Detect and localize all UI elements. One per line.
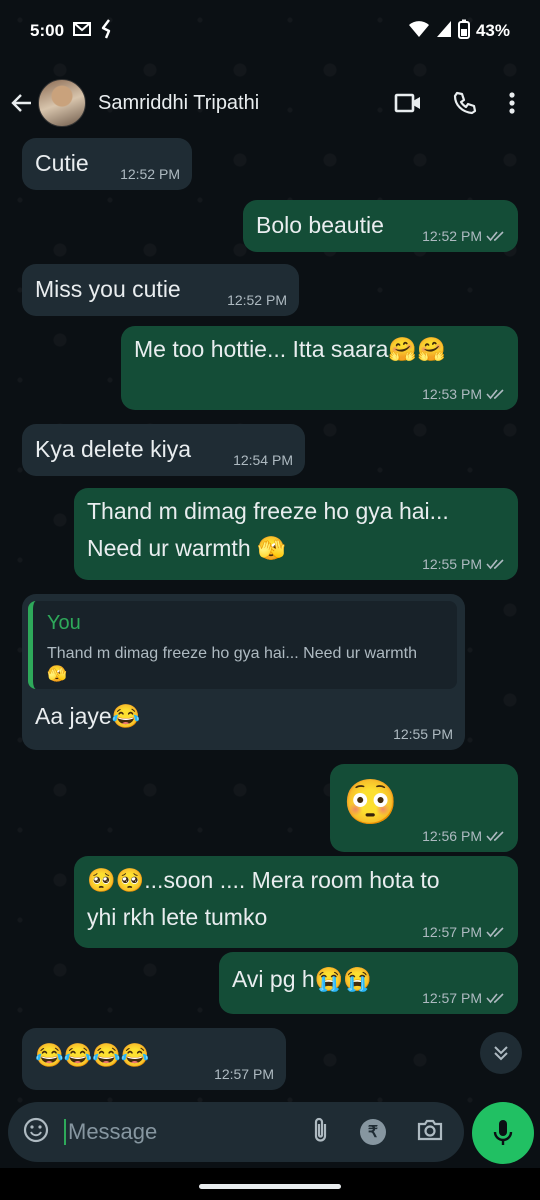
message-text-line: Thand m dimag freeze ho gya hai... — [87, 498, 449, 524]
message-outgoing[interactable]: Bolo beautie 12:52 PM — [243, 200, 518, 252]
message-time: 12:52 PM — [120, 166, 180, 182]
mic-icon — [493, 1120, 513, 1145]
message-incoming[interactable]: Cutie 12:52 PM — [22, 138, 192, 190]
message-outgoing[interactable]: Avi pg h😭😭 12:57 PM — [219, 952, 518, 1014]
message-outgoing[interactable]: Me too hottie... Itta saara🤗🤗 12:53 PM — [121, 326, 518, 410]
payment-icon[interactable]: ₹ — [360, 1119, 386, 1145]
signal-icon — [436, 20, 452, 43]
message-time: 12:55 PM — [393, 726, 453, 742]
quote-text: Thand m dimag freeze ho gya hai... Need … — [47, 645, 417, 683]
scroll-down-button[interactable] — [480, 1032, 522, 1074]
double-check-icon — [486, 389, 504, 400]
double-check-icon — [486, 559, 504, 570]
message-incoming-reply[interactable]: You Thand m dimag freeze ho gya hai... N… — [22, 594, 465, 750]
message-time: 12:55 PM — [422, 556, 482, 572]
home-gesture-pill[interactable] — [199, 1184, 341, 1189]
kite-icon — [100, 18, 114, 44]
emoji-icon[interactable] — [22, 1116, 50, 1149]
wifi-icon — [408, 20, 430, 43]
message-text-line: yhi rkh lete tumko — [87, 904, 268, 930]
message-text-line: 🥺🥺...soon .... Mera room hota to — [87, 867, 440, 893]
message-text: Aa jaye😂 — [35, 703, 141, 729]
message-time: 12:57 PM — [422, 990, 482, 1006]
message-time: 12:57 PM — [214, 1066, 274, 1082]
message-time: 12:52 PM — [422, 228, 482, 244]
avatar[interactable] — [38, 79, 86, 127]
battery-percent: 43% — [475, 21, 510, 40]
message-text: Avi pg h😭😭 — [232, 966, 372, 992]
message-incoming[interactable]: 😂😂😂😂 12:57 PM — [22, 1028, 286, 1090]
message-text: Cutie — [35, 150, 89, 176]
quote-author: You — [47, 612, 81, 634]
message-text-line: Need ur warmth 🫣 — [87, 535, 286, 561]
voice-message-button[interactable] — [472, 1102, 534, 1164]
message-text: Kya delete kiya — [35, 436, 191, 462]
message-time: 12:53 PM — [422, 386, 482, 402]
double-check-icon — [486, 831, 504, 842]
back-arrow-icon[interactable] — [8, 89, 36, 117]
more-vert-icon[interactable] — [508, 91, 516, 115]
quoted-message[interactable]: You Thand m dimag freeze ho gya hai... N… — [28, 601, 457, 689]
battery-icon — [457, 19, 470, 44]
message-outgoing[interactable]: 🥺🥺...soon .... Mera room hota to yhi rkh… — [74, 856, 518, 948]
message-text: Bolo beautie — [256, 212, 384, 238]
message-time: 12:52 PM — [227, 292, 287, 308]
chat-screen: 5:00 43% Samriddhi Tripathi Cutie 12:52 … — [0, 0, 540, 1200]
chat-header: Samriddhi Tripathi — [0, 72, 540, 134]
phone-icon[interactable] — [452, 90, 478, 116]
message-text: Miss you cutie — [35, 276, 181, 302]
double-check-icon — [486, 993, 504, 1004]
message-text: 😂😂😂😂 — [35, 1042, 150, 1068]
status-bar: 5:00 43% — [0, 0, 540, 62]
system-nav-bar — [0, 1168, 540, 1200]
contact-name[interactable]: Samriddhi Tripathi — [98, 92, 259, 115]
message-text: 😳 — [343, 778, 398, 827]
message-text: Me too hottie... Itta saara🤗🤗 — [134, 336, 446, 362]
camera-icon[interactable] — [416, 1118, 444, 1147]
message-time: 12:56 PM — [422, 828, 482, 844]
status-time: 5:00 — [30, 21, 65, 40]
gmail-icon — [72, 21, 92, 42]
message-list[interactable]: Cutie 12:52 PM Bolo beautie 12:52 PM Mis… — [0, 134, 540, 1094]
video-call-icon[interactable] — [394, 92, 422, 114]
double-check-icon — [486, 231, 504, 242]
message-outgoing[interactable]: 😳 12:56 PM — [330, 764, 518, 852]
message-input[interactable] — [64, 1119, 284, 1145]
message-time: 12:54 PM — [233, 452, 293, 468]
message-incoming[interactable]: Kya delete kiya 12:54 PM — [22, 424, 305, 476]
double-check-icon — [486, 927, 504, 938]
message-outgoing[interactable]: Thand m dimag freeze ho gya hai... Need … — [74, 488, 518, 580]
attach-icon[interactable] — [312, 1116, 330, 1149]
scroll-down-icon — [494, 1046, 508, 1061]
message-time: 12:57 PM — [422, 924, 482, 940]
message-composer: ₹ — [8, 1102, 464, 1162]
message-incoming[interactable]: Miss you cutie 12:52 PM — [22, 264, 299, 316]
